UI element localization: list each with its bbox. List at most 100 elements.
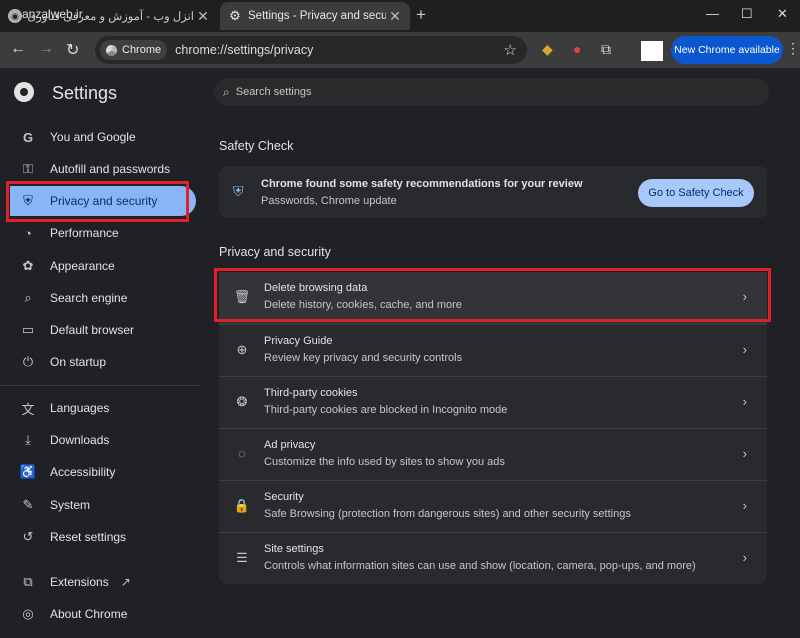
go-to-safety-check-button[interactable]: Go to Safety Check <box>638 179 754 207</box>
search-input[interactable]: ⌕ Search settings <box>214 78 769 106</box>
url-text[interactable]: chrome://settings/privacy <box>175 43 503 57</box>
shield-check-icon: ⛨ <box>233 183 244 199</box>
profile-avatar[interactable] <box>641 41 663 61</box>
tab-strip: ◉ انزل وب - آموزش و معرفی فناوری ✕ anzal… <box>0 0 800 32</box>
tab-title: Settings - Privacy and security <box>248 10 386 22</box>
highlight-privacy-nav <box>6 181 189 222</box>
chevron-right-icon: › <box>742 342 747 357</box>
forward-icon[interactable]: → <box>38 40 54 58</box>
minimize-icon[interactable]: — <box>706 6 719 21</box>
tab-settings[interactable]: ⚙ Settings - Privacy and security ✕ <box>220 2 410 30</box>
sidebar-item-performance[interactable]: ◔ Performance <box>10 218 196 248</box>
search-icon: ⌕ <box>223 84 230 99</box>
new-tab-button[interactable]: + <box>416 5 426 25</box>
key-icon: ⚿ <box>23 161 33 176</box>
reset-icon: ↺ <box>22 529 34 544</box>
puzzle-icon: ⧉ <box>23 574 33 589</box>
chrome-icon: ◎ <box>22 606 34 621</box>
sidebar-item-extensions[interactable]: ⧉ Extensions ↗ <box>10 567 196 597</box>
row-security[interactable]: 🔒 Security Safe Browsing (protection fro… <box>219 480 767 532</box>
watermark: anzalweb.ir <box>22 7 83 21</box>
back-icon[interactable]: ← <box>10 40 26 58</box>
maximize-icon[interactable]: ☐ <box>741 6 753 22</box>
search-placeholder: Search settings <box>235 86 312 98</box>
sidebar-item-search-engine[interactable]: ⌕ Search engine <box>10 283 196 313</box>
highlight-delete-browsing-data <box>214 268 771 322</box>
sidebar-item-label: Languages <box>50 401 110 415</box>
sliders-icon: ☰ <box>236 550 248 565</box>
reload-icon[interactable]: ↻ <box>66 40 79 60</box>
section-heading-safety-check: Safety Check <box>219 139 294 153</box>
sidebar-item-label: On startup <box>50 355 107 369</box>
sidebar-item-label: Autofill and passwords <box>50 162 171 176</box>
browser-window-icon: ▭ <box>21 322 35 337</box>
sidebar-item-label: System <box>50 498 91 512</box>
safety-check-subtitle: Passwords, Chrome update <box>261 195 397 207</box>
sidebar-item-accessibility[interactable]: ♿ Accessibility <box>10 457 196 487</box>
bookmark-star-icon[interactable]: ☆ <box>504 41 517 59</box>
sidebar-item-label: Default browser <box>50 323 135 337</box>
speedometer-icon: ◔ <box>24 225 32 241</box>
extension-icon[interactable]: ◆ <box>542 41 553 58</box>
sidebar-item-label: Accessibility <box>50 465 116 479</box>
address-bar[interactable]: Chrome chrome://settings/privacy ☆ <box>95 36 527 64</box>
row-third-party-cookies[interactable]: ❂ Third-party cookies Third-party cookie… <box>219 376 767 428</box>
chrome-logo-icon <box>14 82 34 102</box>
chevron-right-icon: › <box>742 550 747 565</box>
external-link-icon: ↗ <box>120 575 131 589</box>
row-title: Security <box>264 491 304 503</box>
compass-icon: ⊕ <box>236 342 248 357</box>
sidebar-item-label: Downloads <box>50 433 110 447</box>
row-subtitle: Third-party cookies are blocked in Incog… <box>264 404 508 416</box>
sidebar-item-languages[interactable]: 文 Languages <box>10 393 196 423</box>
row-site-settings[interactable]: ☰ Site settings Controls what informatio… <box>219 532 767 584</box>
sidebar-item-system[interactable]: ✎ System <box>10 490 196 520</box>
site-info-chip[interactable]: Chrome <box>100 40 168 60</box>
close-window-icon[interactable]: ✕ <box>777 6 788 22</box>
globe-icon: ◉ <box>8 9 22 23</box>
sidebar-item-default-browser[interactable]: ▭ Default browser <box>10 315 196 345</box>
close-tab-icon[interactable]: ✕ <box>386 8 404 25</box>
menu-icon[interactable]: ⋮ <box>786 40 800 57</box>
page-title: Settings <box>52 83 118 103</box>
sidebar-item-autofill[interactable]: ⚿ Autofill and passwords <box>10 154 196 184</box>
extension-icon[interactable]: ● <box>573 41 581 57</box>
safety-check-card: ⛨ Chrome found some safety recommendatio… <box>219 166 767 218</box>
close-tab-icon[interactable]: ✕ <box>194 8 212 25</box>
safety-check-title: Chrome found some safety recommendations… <box>261 178 583 190</box>
translate-icon: 文 <box>21 401 35 417</box>
sidebar-divider <box>0 385 200 386</box>
download-icon: ⤓ <box>25 432 31 447</box>
row-ad-privacy[interactable]: ◌ Ad privacy Customize the info used by … <box>219 428 767 480</box>
update-button[interactable]: New Chrome available <box>671 36 783 64</box>
row-subtitle: Safe Browsing (protection from dangerous… <box>264 508 631 520</box>
chevron-right-icon: › <box>742 394 747 409</box>
sidebar-item-reset[interactable]: ↺ Reset settings <box>10 522 196 552</box>
row-title: Site settings <box>264 543 324 555</box>
sidebar-item-label: About Chrome <box>50 607 128 621</box>
chevron-right-icon: › <box>742 446 747 461</box>
chevron-right-icon: › <box>742 498 747 513</box>
power-icon: ⏻ <box>22 354 34 369</box>
row-title: Ad privacy <box>264 439 316 451</box>
google-g-icon: G <box>22 129 34 145</box>
sidebar-item-label: Search engine <box>50 291 128 305</box>
row-title: Privacy Guide <box>264 335 333 347</box>
sidebar-item-on-startup[interactable]: ⏻ On startup <box>10 347 196 377</box>
sidebar-item-appearance[interactable]: ✿ Appearance <box>10 251 196 281</box>
sidebar-item-label: Reset settings <box>50 530 127 544</box>
wrench-icon: ✎ <box>22 497 34 512</box>
sidebar-item-about[interactable]: ◎ About Chrome <box>10 599 196 629</box>
chrome-icon <box>106 44 117 56</box>
toolbar: ← → ↻ Chrome chrome://settings/privacy ☆… <box>0 32 800 68</box>
gear-icon: ⚙ <box>229 8 241 23</box>
row-subtitle: Review key privacy and security controls <box>264 352 463 364</box>
sidebar-item-downloads[interactable]: ⤓ Downloads <box>10 425 196 455</box>
sidebar-item-you-and-google[interactable]: G You and Google <box>10 122 196 152</box>
row-privacy-guide[interactable]: ⊕ Privacy Guide Review key privacy and s… <box>219 324 767 376</box>
puzzle-icon[interactable]: ⧉ <box>601 41 611 58</box>
section-heading-privacy: Privacy and security <box>219 245 331 259</box>
palette-icon: ✿ <box>22 258 34 273</box>
sidebar-item-label: Performance <box>50 226 119 240</box>
chip-label: Chrome <box>122 44 162 56</box>
